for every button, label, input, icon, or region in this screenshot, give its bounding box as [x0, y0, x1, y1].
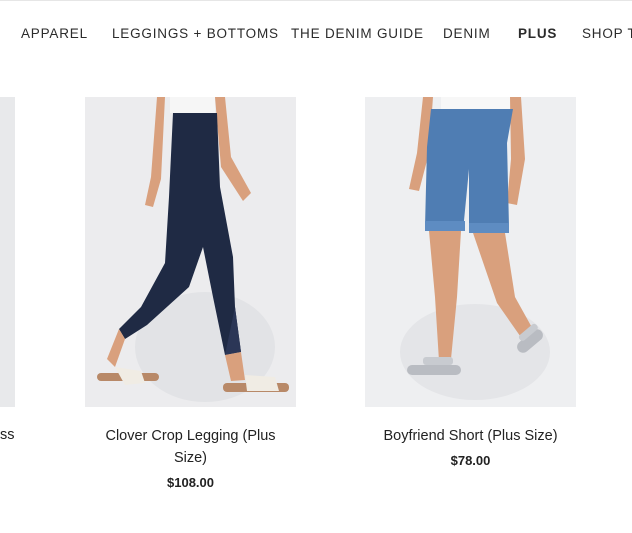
product-price-boyfriend-short: $78.00: [450, 453, 491, 468]
nav-item-denim[interactable]: DENIM: [443, 24, 491, 44]
denim-short-model-illustration: [365, 97, 576, 407]
product-title-line-2: Size): [173, 450, 208, 466]
top-divider: [0, 0, 632, 1]
product-image-clover-crop-legging[interactable]: [85, 97, 296, 407]
product-title-line-1: Clover Crop Legging (Plus: [105, 428, 276, 444]
product-price-clover-crop-legging: $108.00: [167, 475, 214, 490]
nav-item-apparel[interactable]: APPAREL: [21, 24, 88, 44]
partial-product-title[interactable]: ss: [0, 427, 20, 443]
product-title-boyfriend-short[interactable]: Boyfriend Short (Plus Size): [365, 425, 576, 447]
nav-item-shop-truncated[interactable]: SHOP T: [582, 24, 632, 44]
nav-item-leggings-bottoms[interactable]: LEGGINGS + BOTTOMS: [112, 24, 279, 44]
nav-item-denim-guide[interactable]: THE DENIM GUIDE: [291, 24, 424, 44]
product-image-boyfriend-short[interactable]: [365, 97, 576, 407]
main-navigation: APPAREL LEGGINGS + BOTTOMS THE DENIM GUI…: [0, 24, 632, 46]
partial-product-image[interactable]: [0, 97, 15, 407]
product-title-clover-crop-legging[interactable]: Clover Crop Legging (Plus Size): [85, 425, 296, 469]
nav-item-plus[interactable]: PLUS: [518, 24, 557, 44]
product-title-line-1: Boyfriend Short (Plus Size): [383, 428, 558, 444]
legging-model-illustration: [85, 97, 296, 407]
